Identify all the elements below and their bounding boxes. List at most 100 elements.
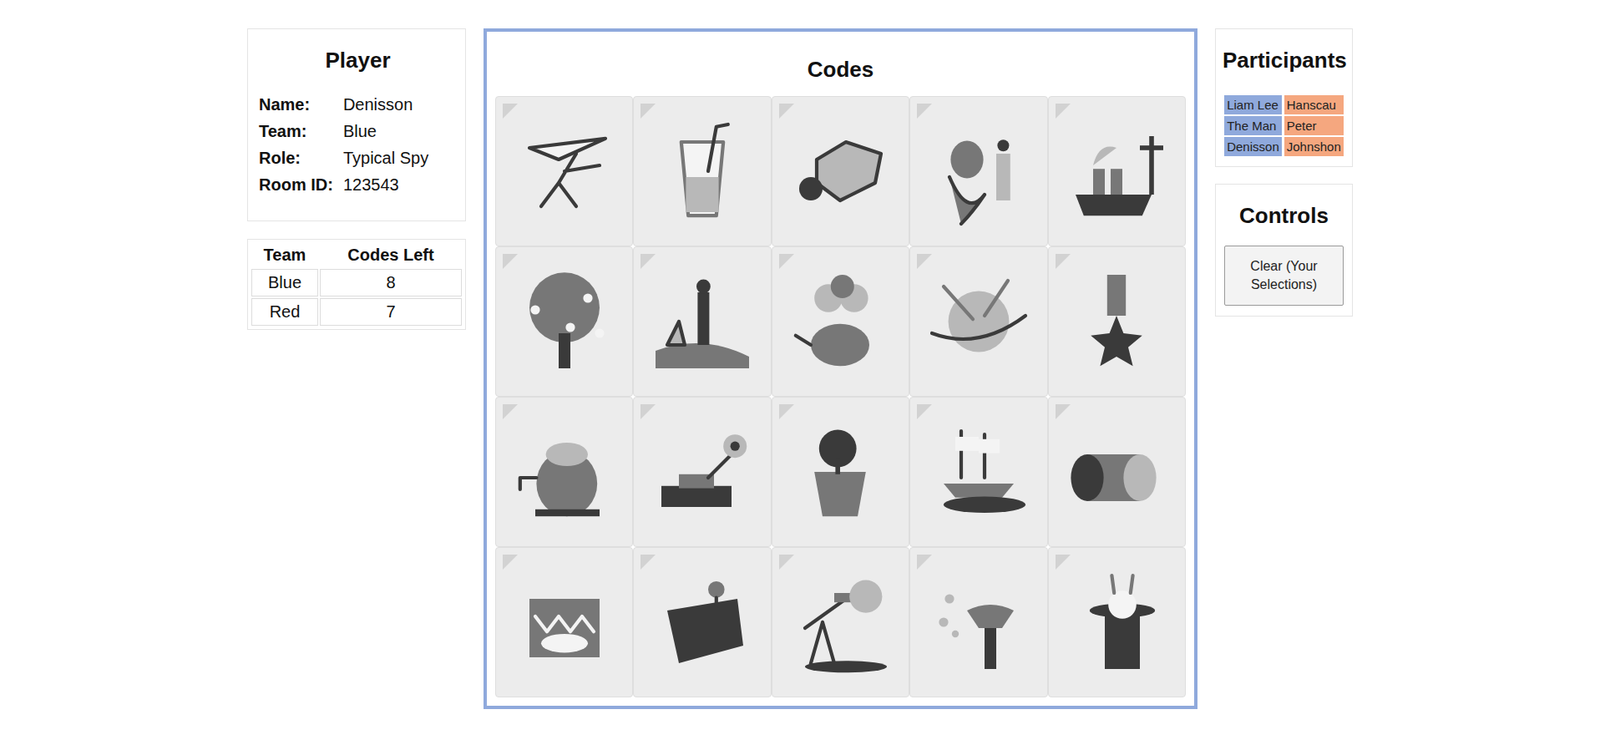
table-row: Blue8 <box>251 268 462 297</box>
corner-mark <box>640 253 656 269</box>
field-label: Room ID: <box>258 175 334 195</box>
card-picture-icon <box>506 563 623 681</box>
card-picture-icon <box>506 263 623 380</box>
code-card[interactable] <box>1048 246 1186 397</box>
participant-chip: Liam Lee <box>1224 95 1282 115</box>
board-title: Codes <box>495 56 1186 83</box>
card-picture-icon <box>506 112 623 230</box>
card-picture-icon <box>643 263 761 380</box>
code-card[interactable] <box>771 246 910 397</box>
corner-mark <box>916 404 932 420</box>
card-picture-icon <box>920 563 1038 681</box>
card-grid <box>495 96 1186 698</box>
card-picture-icon <box>781 563 899 681</box>
table-column-header: Codes Left <box>319 243 462 268</box>
participants-panel: ParticipantsLiam LeeThe ManDenissonHansc… <box>1215 28 1353 168</box>
code-card[interactable] <box>1048 396 1186 547</box>
team-column: Liam LeeThe ManDenisson <box>1224 95 1282 157</box>
participant-chip: Denisson <box>1224 136 1282 157</box>
table-row: Red7 <box>251 298 462 326</box>
field-value: Blue <box>343 121 457 142</box>
participants-title: Participants <box>1222 47 1346 74</box>
corner-mark <box>1055 554 1071 570</box>
card-picture-icon <box>920 263 1038 380</box>
field-label: Name: <box>258 95 334 115</box>
code-card[interactable] <box>1048 96 1186 247</box>
field-label: Role: <box>258 148 334 168</box>
count-cell: 7 <box>319 298 462 326</box>
team-cell: Blue <box>251 268 319 297</box>
card-picture-icon <box>1058 112 1175 230</box>
participant-chip: Peter <box>1284 116 1344 136</box>
corner-mark <box>779 253 795 269</box>
codes-left-table: TeamCodes LeftBlue8Red7 <box>249 241 464 328</box>
count-cell: 8 <box>319 268 462 297</box>
participant-chip: Johnshon <box>1284 136 1344 157</box>
corner-mark <box>916 253 932 269</box>
corner-mark <box>1055 253 1071 269</box>
table-header-row: TeamCodes Left <box>251 243 462 268</box>
corner-mark <box>502 554 518 570</box>
table-column-header: Team <box>251 243 319 268</box>
card-picture-icon <box>1058 263 1175 380</box>
card-picture-icon <box>920 413 1038 531</box>
corner-mark <box>916 103 932 119</box>
card-picture-icon <box>781 112 899 230</box>
player-fields: Name: Denisson Team: Blue Role: Typical Spy Ro… <box>258 95 457 195</box>
field-value: Denisson <box>343 95 457 115</box>
code-card[interactable] <box>909 246 1048 397</box>
corner-mark <box>779 554 795 570</box>
code-card[interactable] <box>1048 546 1186 698</box>
field-value: 123543 <box>343 175 457 195</box>
corner-mark <box>779 404 795 420</box>
corner-mark <box>916 554 932 570</box>
player-panel: Player Name: Denisson Team: Blue Role: Typical… <box>247 28 466 222</box>
card-picture-icon <box>1058 563 1175 681</box>
controls-panel: Controls Clear (Your Selections) <box>1215 183 1353 317</box>
corner-mark <box>502 404 518 420</box>
corner-mark <box>1055 404 1071 420</box>
corner-mark <box>502 103 518 119</box>
corner-mark <box>502 253 518 269</box>
team-column: HanscauPeterJohnshon <box>1284 95 1344 157</box>
controls-title: Controls <box>1239 202 1329 229</box>
corner-mark <box>640 554 656 570</box>
card-picture-icon <box>643 112 761 230</box>
code-card[interactable] <box>771 96 910 247</box>
code-card[interactable] <box>909 546 1048 698</box>
participants-columns: Liam LeeThe ManDenissonHanscauPeterJohns… <box>1222 95 1346 157</box>
corner-mark <box>640 404 656 420</box>
code-card[interactable] <box>771 546 910 698</box>
corner-mark <box>779 103 795 119</box>
codes-board: Codes <box>483 28 1198 709</box>
codes-left-panel: TeamCodes LeftBlue8Red7 <box>247 238 466 330</box>
card-picture-icon <box>781 263 899 380</box>
corner-mark <box>1055 103 1071 119</box>
code-card[interactable] <box>771 396 910 547</box>
right-column: ParticipantsLiam LeeThe ManDenissonHansc… <box>1215 28 1353 317</box>
field-value: Typical Spy <box>343 148 457 168</box>
card-picture-icon <box>506 413 623 531</box>
card-picture-icon <box>781 413 899 531</box>
field-label: Team: <box>258 121 334 142</box>
clear-button[interactable]: Clear (Your Selections) <box>1224 245 1344 306</box>
code-card[interactable] <box>632 246 771 397</box>
code-card[interactable] <box>495 96 633 247</box>
code-card[interactable] <box>632 96 771 247</box>
code-card[interactable] <box>632 546 771 698</box>
game-page: Player Name: Denisson Team: Blue Role: Typical… <box>0 0 1600 709</box>
code-card[interactable] <box>909 96 1048 247</box>
corner-mark <box>640 103 656 119</box>
participant-chip: Hanscau <box>1284 95 1344 115</box>
team-cell: Red <box>251 298 319 326</box>
code-card[interactable] <box>495 396 633 547</box>
code-card[interactable] <box>495 246 633 397</box>
card-picture-icon <box>920 112 1038 230</box>
player-title: Player <box>258 47 457 74</box>
code-card[interactable] <box>632 396 771 547</box>
code-card[interactable] <box>909 396 1048 547</box>
code-card[interactable] <box>495 546 633 698</box>
card-picture-icon <box>643 413 761 531</box>
card-picture-icon <box>643 563 761 681</box>
participant-chip: The Man <box>1224 116 1282 136</box>
